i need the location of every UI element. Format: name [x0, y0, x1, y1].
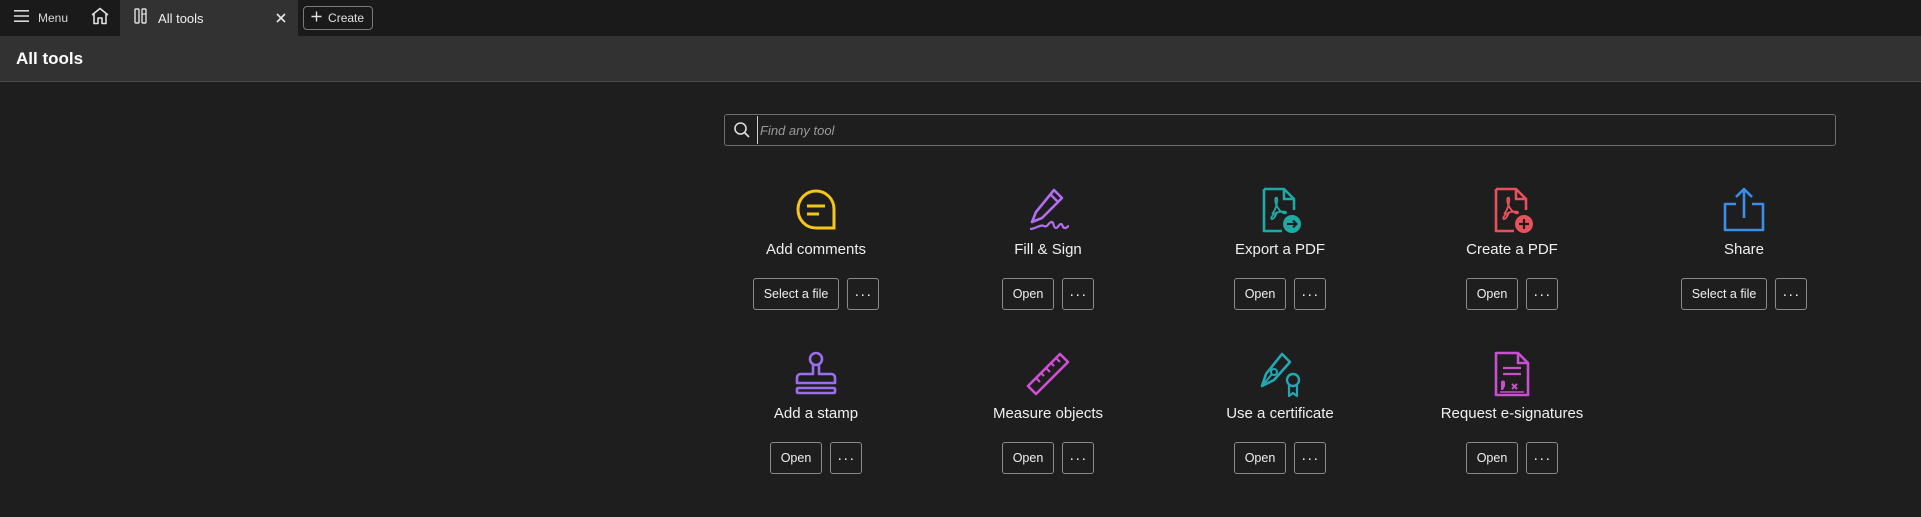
- stamp-icon: [792, 350, 840, 398]
- tools-tab-icon: [134, 7, 148, 29]
- more-options-button[interactable]: ···: [1062, 442, 1095, 474]
- plus-icon: [311, 9, 322, 27]
- comment-icon: [792, 186, 840, 234]
- tool-name: Add comments: [765, 241, 867, 258]
- select-file-button[interactable]: Select a file: [1680, 278, 1768, 310]
- export-pdf-icon: [1256, 186, 1304, 234]
- page-header: All tools: [0, 36, 1921, 82]
- esign-request-icon: [1488, 350, 1536, 398]
- tool-name: Share: [1723, 241, 1765, 258]
- home-icon: [90, 7, 110, 30]
- search-icon: [733, 121, 751, 139]
- top-bar: Menu All tools Create: [0, 0, 1921, 36]
- create-button[interactable]: Create: [303, 6, 374, 30]
- ruler-icon: [1024, 350, 1072, 398]
- open-button[interactable]: Open: [1233, 278, 1287, 310]
- menu-button[interactable]: Menu: [0, 0, 68, 36]
- create-label: Create: [328, 11, 365, 25]
- tool-create-pdf: Create a PDF Open ···: [1396, 186, 1628, 310]
- tool-share: Share Select a file ···: [1628, 186, 1860, 310]
- more-options-button[interactable]: ···: [830, 442, 863, 474]
- close-tab-icon[interactable]: [272, 9, 290, 27]
- create-pdf-icon: [1488, 186, 1536, 234]
- tool-add-comments: Add comments Select a file ···: [700, 186, 932, 310]
- tool-measure-objects: Measure objects Open ···: [932, 350, 1164, 474]
- tool-export-pdf: Export a PDF Open ···: [1164, 186, 1396, 310]
- open-button[interactable]: Open: [1001, 442, 1055, 474]
- tool-name: Add a stamp: [773, 405, 859, 422]
- tool-name: Use a certificate: [1226, 405, 1334, 422]
- tool-request-esignatures: Request e-signatures Open ···: [1396, 350, 1628, 474]
- more-options-button[interactable]: ···: [1775, 278, 1808, 310]
- more-options-button[interactable]: ···: [1294, 442, 1327, 474]
- more-options-button[interactable]: ···: [1526, 442, 1559, 474]
- open-button[interactable]: Open: [1465, 442, 1519, 474]
- tool-add-stamp: Add a stamp Open ···: [700, 350, 932, 474]
- share-icon: [1720, 186, 1768, 234]
- more-options-button[interactable]: ···: [1062, 278, 1095, 310]
- tool-name: Measure objects: [992, 405, 1104, 422]
- tool-name: Fill & Sign: [1014, 241, 1082, 258]
- more-options-button[interactable]: ···: [1294, 278, 1327, 310]
- more-options-button[interactable]: ···: [847, 278, 880, 310]
- fill-sign-icon: [1024, 186, 1072, 234]
- tab-all-tools[interactable]: All tools: [120, 0, 299, 36]
- open-button[interactable]: Open: [769, 442, 823, 474]
- menu-label: Menu: [38, 11, 69, 25]
- home-button[interactable]: [82, 0, 118, 36]
- open-button[interactable]: Open: [1233, 442, 1287, 474]
- search-input[interactable]: [757, 116, 1835, 144]
- page-title: All tools: [16, 49, 84, 68]
- tool-name: Create a PDF: [1466, 241, 1558, 258]
- tool-search: [724, 114, 1836, 146]
- open-button[interactable]: Open: [1001, 278, 1055, 310]
- tool-name: Export a PDF: [1234, 241, 1326, 258]
- tool-fill-sign: Fill & Sign Open ···: [932, 186, 1164, 310]
- select-file-button[interactable]: Select a file: [752, 278, 840, 310]
- open-button[interactable]: Open: [1465, 278, 1519, 310]
- certificate-icon: [1256, 350, 1304, 398]
- hamburger-icon: [14, 9, 29, 27]
- tool-name: Request e-signatures: [1440, 405, 1584, 422]
- more-options-button[interactable]: ···: [1526, 278, 1559, 310]
- tool-use-certificate: Use a certificate Open ···: [1164, 350, 1396, 474]
- tab-label: All tools: [158, 10, 204, 26]
